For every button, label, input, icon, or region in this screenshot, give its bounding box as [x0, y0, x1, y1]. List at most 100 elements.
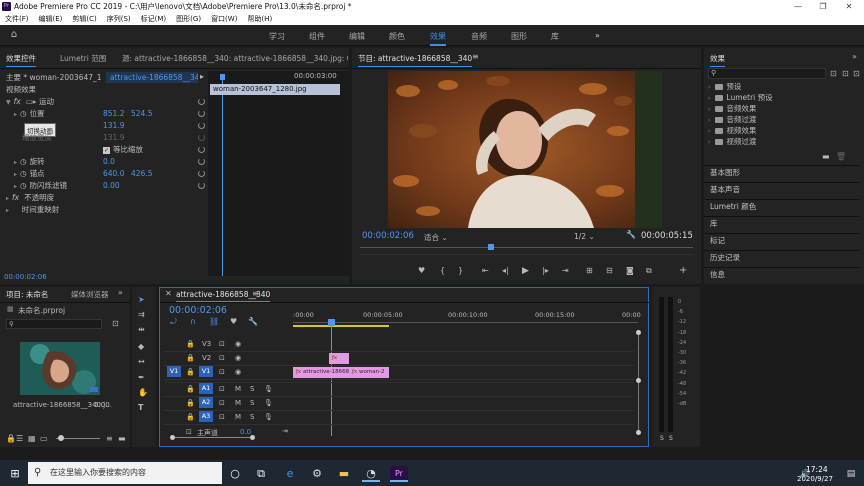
clock-time[interactable]: 17:24 — [806, 465, 828, 474]
wrench-icon[interactable]: 🔧 — [626, 230, 636, 240]
minimize-icon[interactable]: — — [787, 0, 809, 13]
list-view-icon[interactable]: ☰ — [16, 434, 23, 444]
program-playhead[interactable] — [488, 244, 494, 250]
eye-icon[interactable]: ◉ — [235, 340, 241, 348]
close-icon[interactable]: ✕ — [838, 0, 860, 13]
new-bin-icon[interactable]: ▬ — [822, 152, 830, 162]
menu-markers[interactable]: 标记(M) — [136, 14, 172, 24]
play-icon[interactable]: ▶ — [522, 266, 529, 276]
panel-essential-graphics[interactable]: 基本图形 — [710, 167, 740, 178]
slip-tool-icon[interactable]: ↔ — [138, 357, 145, 367]
track-a3-label[interactable]: A3 — [199, 411, 213, 422]
task-view-icon[interactable]: ⧉ — [252, 466, 270, 482]
start-button-icon[interactable]: ⊞ — [6, 466, 24, 482]
reset-uniform-icon[interactable] — [198, 146, 205, 153]
yuv-effects-icon[interactable]: ⊡ — [853, 69, 860, 79]
program-video-frame[interactable] — [388, 71, 662, 228]
app-icon[interactable]: ◔ — [362, 466, 380, 482]
compare-view-icon[interactable]: ⧉ — [646, 266, 652, 276]
scroll-handle[interactable] — [636, 430, 641, 435]
panel-markers[interactable]: 标记 — [710, 235, 725, 246]
workspace-libraries[interactable]: 库 — [551, 31, 559, 42]
workspace-assembly[interactable]: 组件 — [309, 31, 325, 42]
effects-folder-audio-transitions[interactable]: › 音频过渡 — [708, 114, 756, 125]
uniform-scale-row[interactable]: ✓ 等比缩放 — [103, 144, 143, 155]
menu-window[interactable]: 窗口(W) — [206, 14, 242, 24]
sync-lock-icon[interactable]: ⊡ — [219, 368, 225, 376]
motion-row[interactable]: ▼ fx ▭▸ 运动 — [6, 96, 54, 107]
solo-icon[interactable]: S — [250, 399, 254, 407]
mute-icon[interactable]: M — [235, 385, 241, 393]
effects-folder-video-transitions[interactable]: › 视频过渡 — [708, 136, 756, 147]
lift-icon[interactable]: ⊞ — [586, 266, 593, 276]
effects-panel-title[interactable]: 效果 — [710, 53, 725, 67]
go-to-in-icon[interactable]: ⇤ — [482, 266, 489, 276]
work-area-bar[interactable] — [293, 325, 389, 327]
lock-icon[interactable]: 🔒 — [186, 385, 195, 393]
effects-panel-menu-icon[interactable]: » — [852, 52, 857, 62]
play-only-icon[interactable]: ▸ — [200, 72, 204, 82]
antiflicker-value[interactable]: 0.00 — [103, 180, 120, 191]
project-search-input[interactable]: ⚲ — [6, 319, 102, 329]
mark-in-icon[interactable]: { — [440, 266, 445, 276]
mute-icon[interactable]: M — [235, 413, 241, 421]
master-clip-label[interactable]: 主要 * woman-2003647_1280... — [6, 72, 102, 83]
new-item-icon[interactable]: ▬ — [118, 434, 126, 444]
menu-graphics[interactable]: 图形(G) — [171, 14, 206, 24]
workspace-graphics[interactable]: 图形 — [511, 31, 527, 42]
anchor-x-value[interactable]: 640.0 — [103, 168, 124, 179]
export-frame-icon[interactable]: ◙ — [626, 266, 634, 276]
scroll-handle[interactable] — [636, 330, 641, 335]
mini-timeline[interactable]: 00:00:03:00 woman-2003647_1280.jpg — [208, 71, 349, 276]
workspace-learn[interactable]: 学习 — [269, 31, 285, 42]
voiceover-mic-icon[interactable]: 🎙 — [264, 385, 273, 393]
time-ruler[interactable] — [293, 322, 638, 323]
sequence-clip-label[interactable]: attractive-1866858__340 * — [106, 72, 198, 83]
workspace-audio[interactable]: 音频 — [471, 31, 487, 42]
effects-search-input[interactable]: ⚲ — [708, 68, 826, 79]
solo-icon[interactable]: S — [250, 413, 254, 421]
premiere-taskbar-icon[interactable]: Pr — [390, 466, 408, 482]
source-patch-v1[interactable]: V1 — [167, 366, 181, 377]
reset-position-icon[interactable] — [198, 110, 205, 117]
track-a2-label[interactable]: A2 — [199, 397, 213, 408]
solo-icon[interactable]: S — [250, 385, 254, 393]
maximize-icon[interactable]: ❐ — [812, 0, 834, 13]
sync-lock-icon[interactable]: ⊡ — [219, 413, 225, 421]
sync-lock-icon[interactable]: ⊡ — [219, 354, 225, 362]
sync-lock-icon[interactable]: ⊡ — [219, 340, 225, 348]
menu-sequence[interactable]: 序列(S) — [102, 14, 136, 24]
timeline-timecode[interactable]: 00:00:02:06 — [169, 305, 227, 316]
tab-media-browser[interactable]: 媒体浏览器 — [71, 289, 109, 300]
icon-view-icon[interactable]: ▦ — [28, 434, 36, 444]
track-height-handle[interactable] — [250, 435, 255, 440]
menu-edit[interactable]: 编辑(E) — [34, 14, 68, 24]
master-track-value[interactable]: 0.0 — [240, 428, 251, 436]
track-v1-label[interactable]: V1 — [199, 366, 213, 377]
hand-tool-icon[interactable]: ✋ — [138, 388, 148, 398]
timeline-marker-icon[interactable]: ♥ — [230, 317, 237, 327]
lock-icon[interactable]: 🔒 — [186, 399, 195, 407]
panel-info[interactable]: 信息 — [710, 269, 725, 280]
lock-icon[interactable]: 🔒 — [6, 434, 16, 444]
eye-icon[interactable]: ◉ — [235, 368, 241, 376]
voiceover-mic-icon[interactable]: 🎙 — [264, 399, 273, 407]
voiceover-mic-icon[interactable]: 🎙 — [264, 413, 273, 421]
clock-date[interactable]: 2020/9/27 — [797, 475, 833, 483]
go-to-out-icon[interactable]: ⇥ — [562, 266, 569, 276]
menu-clip[interactable]: 剪辑(C) — [67, 14, 101, 24]
rotation-value[interactable]: 0.0 — [103, 156, 115, 167]
solo-left-button[interactable]: S — [660, 435, 664, 442]
reset-motion-icon[interactable] — [198, 98, 205, 105]
menu-help[interactable]: 帮助(H) — [242, 14, 277, 24]
sync-lock-icon[interactable]: ⊡ — [219, 385, 225, 393]
uniform-scale-checkbox[interactable]: ✓ — [103, 147, 110, 154]
solo-right-button[interactable]: S — [669, 435, 673, 442]
track-a1-label[interactable]: A1 — [199, 383, 213, 394]
mute-icon[interactable]: M — [235, 399, 241, 407]
panel-menu-icon[interactable]: ≡ — [472, 52, 479, 62]
tab-lumetri-scopes[interactable]: Lumetri 范围 — [60, 53, 106, 64]
project-more-icon[interactable]: » — [118, 288, 123, 298]
track-height-handle[interactable] — [170, 435, 175, 440]
pen-tool-icon[interactable]: ✒ — [138, 373, 145, 383]
